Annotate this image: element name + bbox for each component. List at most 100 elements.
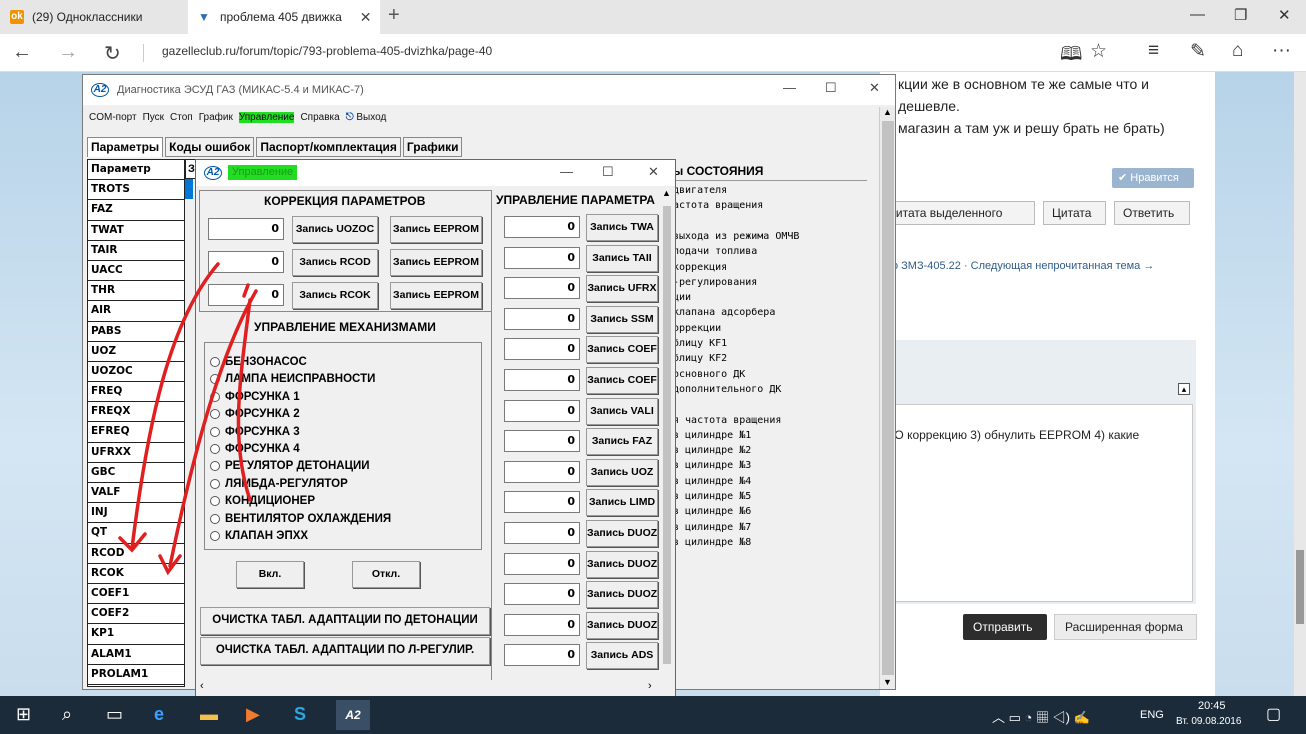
dialog-minimize-icon[interactable]: — <box>560 164 573 179</box>
param-value-field[interactable]: 0 <box>504 277 580 300</box>
edge-icon[interactable]: e <box>154 704 164 725</box>
mechanism-radio[interactable]: РЕГУЛЯТОР ДЕТОНАЦИИ <box>210 460 370 472</box>
correction-value-field[interactable]: 0 <box>208 251 284 273</box>
dialog-vertical-scrollbar[interactable]: ▲ <box>658 186 675 680</box>
reading-view-icon[interactable]: 🕮 <box>1060 40 1082 72</box>
param-row[interactable]: UACC <box>88 261 184 282</box>
correction-write-button[interactable]: Запись RCOK <box>292 282 378 309</box>
mechanism-radio[interactable]: БЕНЗОНАСОС <box>210 356 307 368</box>
dialog-horizontal-scrollbar[interactable]: ‹ › <box>196 680 675 697</box>
hub-icon[interactable]: ≡ <box>1148 40 1159 62</box>
scroll-up-icon[interactable]: ▲ <box>883 107 892 117</box>
param-row[interactable]: TAIR <box>88 241 184 261</box>
scroll-down-icon[interactable]: ▼ <box>883 677 892 687</box>
param-row[interactable]: ALAM1 <box>88 645 184 665</box>
clear-knock-adaptation-button[interactable]: ОЧИСТКА ТАБЛ. АДАПТАЦИИ ПО ДЕТОНАЦИИ <box>200 607 490 635</box>
mechanism-radio[interactable]: ФОРСУНКА 4 <box>210 443 300 455</box>
dialog-scroll-up-icon[interactable]: ▲ <box>662 188 671 198</box>
param-row[interactable]: PROLAM1 <box>88 665 184 685</box>
tray-icons[interactable]: ︿ ▭ ◔ ▦ ◁) ✍ <box>992 707 1090 726</box>
param-row[interactable]: COEF2 <box>88 604 184 625</box>
param-value-field[interactable]: 0 <box>504 369 580 391</box>
param-write-button[interactable]: Запись UOZ <box>586 458 658 486</box>
menu-control[interactable]: Управление <box>238 111 295 123</box>
param-value-field[interactable]: 0 <box>504 399 580 422</box>
param-row[interactable]: FREQ <box>88 382 184 403</box>
write-eeprom-button[interactable]: Запись EEPROM <box>390 249 482 276</box>
app-close-icon[interactable]: ✕ <box>869 80 880 96</box>
menu-graph[interactable]: График <box>199 112 233 123</box>
menu-stop[interactable]: Стоп <box>170 112 193 123</box>
share-icon[interactable]: ⌂ <box>1232 40 1243 62</box>
param-value-field[interactable]: 0 <box>504 552 580 575</box>
new-tab-button[interactable]: + <box>388 4 400 27</box>
param-write-button[interactable]: Запись COEF <box>586 367 658 394</box>
param-row[interactable]: FREQX <box>88 402 184 423</box>
extended-form-button[interactable]: Расширенная форма <box>1054 614 1197 640</box>
param-value-field[interactable]: 0 <box>504 307 580 330</box>
dialog-maximize-icon[interactable]: ☐ <box>602 164 614 180</box>
param-write-button[interactable]: Запись TAII <box>586 244 658 272</box>
correction-value-field[interactable]: 0 <box>208 284 284 306</box>
param-write-button[interactable]: Запись SSM <box>586 305 658 333</box>
param-row[interactable]: THR <box>88 281 184 302</box>
param-value-field[interactable]: 0 <box>504 246 580 269</box>
refresh-icon[interactable]: ↻ <box>104 41 121 66</box>
mechanism-radio[interactable]: ФОРСУНКА 1 <box>210 391 300 403</box>
search-icon[interactable]: ⌕ <box>62 704 72 725</box>
param-row[interactable]: UOZ <box>88 342 184 362</box>
scroll-left-icon[interactable]: ‹ <box>200 680 204 692</box>
param-row[interactable]: PABS <box>88 322 184 342</box>
reply-button[interactable]: Ответить <box>1114 201 1190 225</box>
menu-start[interactable]: Пуск <box>143 112 164 123</box>
param-value-field[interactable]: 0 <box>504 522 580 544</box>
favorite-star-icon[interactable]: ☆ <box>1090 40 1107 63</box>
clock-date[interactable]: Вт. 09.08.2016 <box>1176 716 1241 727</box>
editor-toggle-icon[interactable]: ▴ <box>1178 383 1190 395</box>
send-button[interactable]: Отправить <box>963 614 1047 640</box>
param-row[interactable]: AIR <box>88 301 184 322</box>
write-eeprom-button[interactable]: Запись EEPROM <box>390 216 482 243</box>
param-row[interactable]: TWAT <box>88 221 184 241</box>
restore-icon[interactable]: ❐ <box>1234 6 1247 24</box>
tab-error-codes[interactable]: Коды ошибок <box>165 137 255 157</box>
menu-help[interactable]: Справка <box>300 112 339 123</box>
tab-parameters[interactable]: Параметры <box>87 137 164 157</box>
param-row[interactable]: UFRXX <box>88 443 184 463</box>
file-explorer-icon[interactable]: ▬ <box>200 704 218 725</box>
tab-passport[interactable]: Паспорт/комплектация <box>256 137 401 157</box>
clock-time[interactable]: 20:45 <box>1198 700 1226 712</box>
param-row[interactable]: VALF <box>88 483 184 504</box>
param-row[interactable]: UOZOC <box>88 362 184 383</box>
param-row[interactable]: INJ <box>88 503 184 524</box>
quote-selected-button[interactable]: цитата выделенного <box>880 201 1035 225</box>
param-value-field[interactable]: 0 <box>504 430 580 453</box>
param-write-button[interactable]: Запись LIMD <box>586 489 658 517</box>
app-minimize-icon[interactable]: — <box>783 80 796 95</box>
correction-write-button[interactable]: Запись RCOD <box>292 249 378 276</box>
clear-lambda-adaptation-button[interactable]: ОЧИСТКА ТАБЛ. АДАПТАЦИИ ПО Л-РЕГУЛИР. <box>200 637 490 665</box>
mechanism-radio[interactable]: ВЕНТИЛЯТОР ОХЛАЖДЕНИЯ <box>210 513 391 525</box>
param-write-button[interactable]: Запись UFRX <box>586 275 658 303</box>
mechanism-radio[interactable]: ЛАМПА НЕИСПРАВНОСТИ <box>210 373 375 385</box>
param-row[interactable]: QT <box>88 523 184 544</box>
correction-value-field[interactable]: 0 <box>208 218 284 240</box>
mechanism-radio[interactable]: ЛЯМБДА-РЕГУЛЯТОР <box>210 478 348 490</box>
back-icon[interactable]: ← <box>12 41 32 64</box>
param-write-button[interactable]: Запись DUOZ <box>586 581 658 609</box>
windows-start-icon[interactable]: ⊞ <box>16 704 31 725</box>
minimize-icon[interactable]: — <box>1190 6 1205 23</box>
close-window-icon[interactable]: ✕ <box>1278 6 1291 24</box>
param-value-field[interactable]: 0 <box>504 491 580 514</box>
param-write-button[interactable]: Запись DUOZ <box>586 550 658 578</box>
write-eeprom-button[interactable]: Запись EEPROM <box>390 282 482 309</box>
mechanism-radio[interactable]: ФОРСУНКА 3 <box>210 426 300 438</box>
tab-odnoklassniki[interactable]: ok (29) Одноклассники <box>0 0 186 34</box>
skype-icon[interactable]: S <box>294 704 306 725</box>
tab-graphs[interactable]: Графики <box>402 137 463 157</box>
param-write-button[interactable]: Запись VALI <box>586 397 658 425</box>
task-view-icon[interactable]: ▭ <box>106 704 123 725</box>
param-write-button[interactable]: Запись COEF <box>586 336 658 364</box>
param-row[interactable]: EFREQ <box>88 422 184 443</box>
param-value-field[interactable]: 0 <box>504 338 580 361</box>
